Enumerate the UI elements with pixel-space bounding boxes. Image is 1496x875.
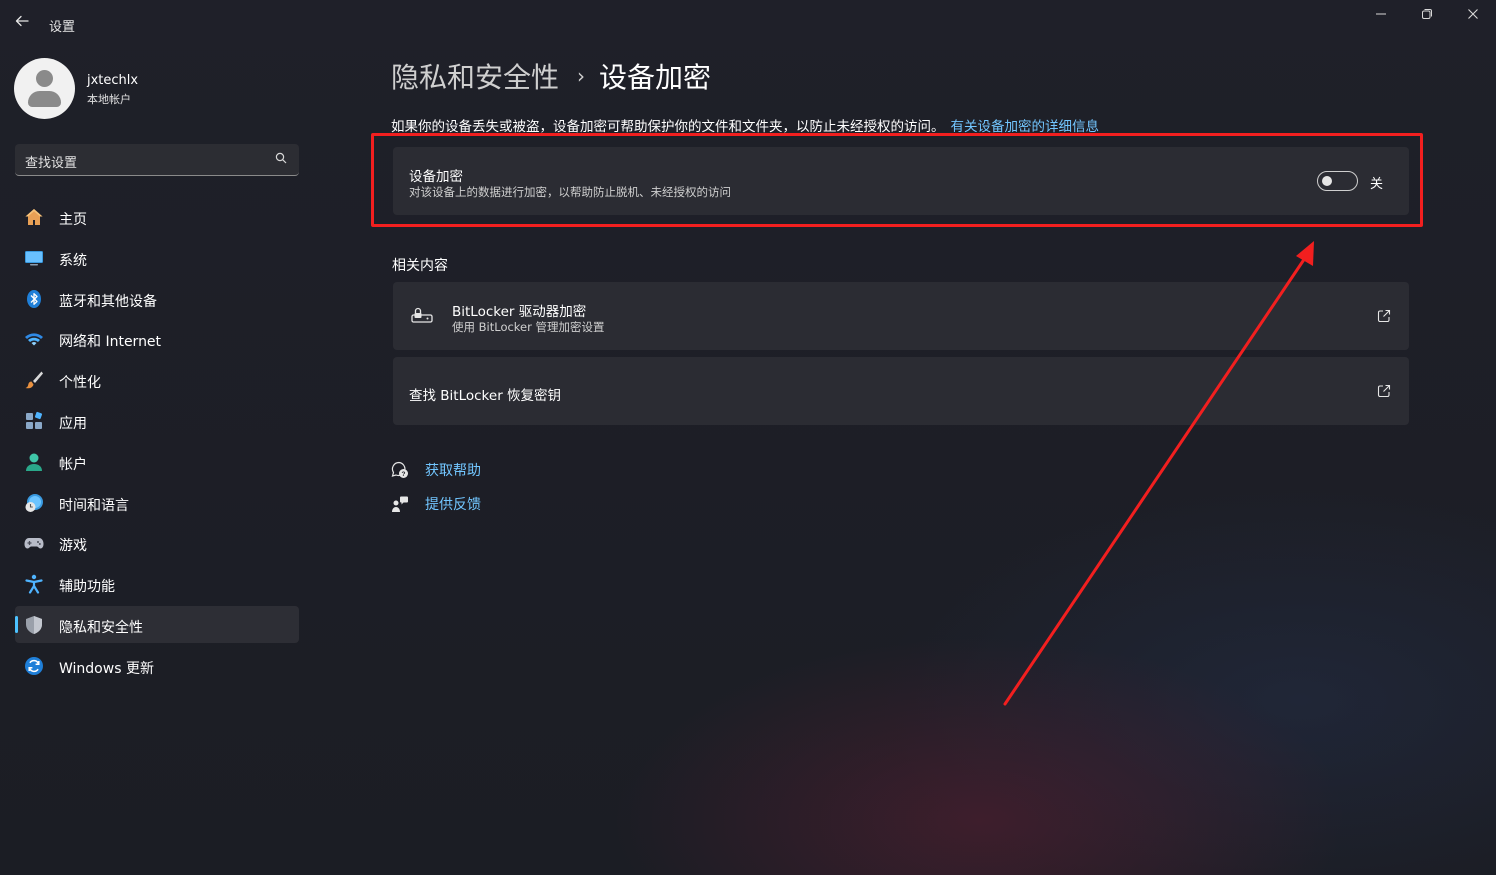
open-external-icon <box>1377 384 1391 398</box>
feedback-icon <box>392 496 408 512</box>
recovery-key-card[interactable]: 查找 BitLocker 恢复密钥 <box>393 357 1409 425</box>
brush-icon <box>25 371 43 389</box>
highlight-box <box>371 133 1423 227</box>
search-placeholder: 查找设置 <box>25 156 78 171</box>
app-title: 设置 <box>49 20 76 35</box>
sidebar-item-bluetooth[interactable]: 蓝牙和其他设备 <box>15 280 299 317</box>
sidebar-item-windows-update[interactable]: Windows 更新 <box>15 647 299 684</box>
search-input[interactable]: 查找设置 <box>15 144 299 176</box>
user-name: jxtechlx <box>87 73 139 88</box>
bitlocker-icon <box>411 307 433 323</box>
sidebar-item-home[interactable]: 主页 <box>15 198 299 235</box>
gaming-icon <box>24 538 44 549</box>
sidebar-item-privacy-security[interactable]: 隐私和安全性 <box>15 605 299 643</box>
avatar <box>14 58 75 119</box>
sidebar-item-network[interactable]: 网络和 Internet <box>15 320 299 357</box>
get-help-link[interactable]: ? 获取帮助 <box>391 459 481 481</box>
sidebar-item-apps[interactable]: 应用 <box>15 402 299 439</box>
breadcrumb-parent[interactable]: 隐私和安全性 <box>391 56 559 96</box>
open-external-icon <box>1377 309 1391 323</box>
account-icon <box>26 453 42 471</box>
maximize-icon[interactable] <box>1404 6 1450 28</box>
minimize-icon[interactable] <box>1358 6 1404 28</box>
sidebar-item-accounts[interactable]: 帐户 <box>15 443 299 480</box>
wifi-icon <box>25 333 43 346</box>
sidebar-item-gaming[interactable]: 游戏 <box>15 524 299 561</box>
bitlocker-subtitle: 使用 BitLocker 管理加密设置 <box>452 320 605 334</box>
close-icon[interactable] <box>1450 6 1496 28</box>
recovery-key-title: 查找 BitLocker 恢复密钥 <box>409 388 562 404</box>
breadcrumb: 隐私和安全性 › 设备加密 <box>391 56 711 96</box>
bitlocker-title: BitLocker 驱动器加密 <box>452 304 587 320</box>
apps-icon <box>26 411 43 429</box>
home-icon <box>25 209 43 225</box>
sidebar-item-accessibility[interactable]: 辅助功能 <box>15 565 299 602</box>
related-content-heading: 相关内容 <box>392 258 448 274</box>
accessibility-icon <box>25 574 43 594</box>
sidebar-item-time-language[interactable]: 时间和语言 <box>15 484 299 521</box>
feedback-label: 提供反馈 <box>425 497 481 513</box>
selection-indicator <box>15 615 18 633</box>
shield-icon <box>26 615 42 634</box>
intro-text: 如果你的设备丢失或被盗，设备加密可帮助保护你的文件和文件夹，以防止未经授权的访问… <box>391 115 1099 135</box>
chevron-right-icon: › <box>577 64 586 88</box>
title-bar: 设置 <box>0 0 1496 48</box>
windows-update-icon <box>25 656 43 675</box>
search-icon <box>275 152 287 164</box>
feedback-link[interactable]: 提供反馈 <box>391 493 481 515</box>
sidebar-item-personalization[interactable]: 个性化 <box>15 361 299 398</box>
get-help-label: 获取帮助 <box>425 463 481 479</box>
user-profile[interactable]: jxtechlx 本地帐户 <box>14 58 304 120</box>
system-icon <box>25 250 43 266</box>
sidebar-item-system[interactable]: 系统 <box>15 239 299 276</box>
bluetooth-icon <box>27 289 41 308</box>
bitlocker-card[interactable]: BitLocker 驱动器加密 使用 BitLocker 管理加密设置 <box>393 282 1409 350</box>
account-type: 本地帐户 <box>87 93 131 106</box>
help-icon: ? <box>391 461 408 478</box>
back-arrow-icon[interactable] <box>10 12 34 36</box>
page-title: 设备加密 <box>599 61 712 94</box>
sidebar-nav: 主页 系统 蓝牙和其他设备 网络和 Internet 个性化 应用 帐户 时间和… <box>15 198 299 688</box>
svg-text:?: ? <box>402 471 406 478</box>
time-language-icon <box>25 493 43 512</box>
